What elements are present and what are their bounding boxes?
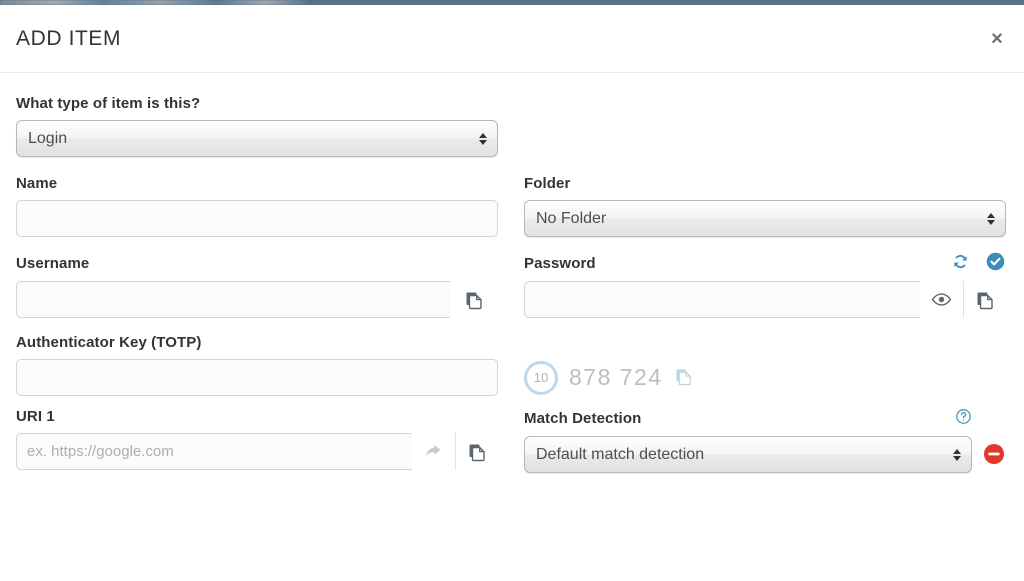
copy-totp-button[interactable] [674, 367, 693, 389]
close-icon[interactable]: × [986, 28, 1008, 50]
match-detection-label-line: Match Detection [524, 408, 972, 428]
uri-input-group [16, 433, 498, 470]
match-detection-select[interactable]: Default match detection [524, 436, 972, 473]
row-item-type: What type of item is this? Login [16, 95, 1008, 157]
row-name-folder: Name Folder No Folder [16, 175, 1008, 237]
name-label: Name [16, 175, 58, 192]
field-username: Username [16, 253, 498, 318]
remove-uri-button[interactable] [982, 442, 1006, 466]
minus-circle-icon [982, 442, 1006, 466]
uri-input[interactable] [16, 433, 412, 470]
generate-password-icon [950, 251, 971, 272]
match-detection-label: Match Detection [524, 409, 642, 427]
row-totp: Authenticator Key (TOTP) 10 878 724 [16, 334, 1008, 396]
folder-select-wrap: No Folder [524, 200, 1006, 237]
field-password: Password [524, 251, 1006, 318]
field-uri: URI 1 [16, 408, 498, 473]
launch-uri-button[interactable] [412, 433, 455, 470]
launch-arrow-icon [422, 441, 444, 463]
copy-icon [467, 442, 487, 462]
modal-body: What type of item is this? Login Name Fo… [0, 73, 1024, 473]
uri-label: URI 1 [16, 408, 55, 425]
item-type-label: What type of item is this? [16, 95, 201, 112]
eye-icon [931, 289, 952, 310]
copy-icon [464, 290, 484, 310]
help-circle-icon [955, 408, 972, 425]
copy-icon [674, 367, 693, 386]
password-label-line: Password [524, 251, 1006, 275]
app-root: ADD ITEM × What type of item is this? Lo… [0, 0, 1024, 581]
row-uri-match: URI 1 ex. https://google.com Match Detec… [16, 408, 1008, 473]
match-detection-select-wrap: Default match detection [524, 436, 972, 473]
totp-code: 878 724 [569, 364, 663, 390]
add-item-modal: ADD ITEM × What type of item is this? Lo… [0, 5, 1024, 581]
field-match-detection: Match Detection Default match detection [524, 408, 1006, 473]
username-input[interactable] [16, 281, 451, 318]
copy-password-button[interactable] [962, 281, 1006, 318]
field-totp: Authenticator Key (TOTP) [16, 334, 498, 396]
totp-readout: 10 878 724 [524, 334, 1006, 396]
modal-header: ADD ITEM × [0, 5, 1024, 73]
toggle-password-visibility-button[interactable] [920, 281, 963, 318]
name-input[interactable] [16, 200, 498, 237]
check-circle-icon [985, 251, 1006, 272]
match-detection-help-button[interactable] [955, 408, 972, 428]
copy-uri-button[interactable] [454, 433, 498, 470]
copy-icon [975, 290, 995, 310]
field-item-type: What type of item is this? Login [16, 95, 498, 157]
totp-input[interactable] [16, 359, 498, 396]
password-label: Password [524, 254, 596, 272]
username-label: Username [16, 254, 90, 272]
page-title: ADD ITEM [16, 26, 122, 50]
field-name: Name [16, 175, 498, 237]
password-input-group [524, 281, 1006, 318]
copy-username-button[interactable] [450, 281, 498, 318]
totp-code-row: 10 878 724 [524, 359, 1006, 396]
username-input-group [16, 281, 498, 318]
folder-select[interactable]: No Folder [524, 200, 1006, 237]
check-password-button[interactable] [985, 251, 1006, 275]
item-type-select[interactable]: Login [16, 120, 498, 157]
totp-label: Authenticator Key (TOTP) [16, 334, 202, 351]
generate-password-button[interactable] [950, 251, 971, 275]
item-type-select-wrap: Login [16, 120, 498, 157]
username-label-line: Username [16, 253, 498, 273]
row-username-password: Username Password [16, 251, 1008, 318]
folder-label: Folder [524, 175, 571, 192]
password-label-actions [950, 251, 1006, 275]
password-input[interactable] [524, 281, 920, 318]
field-folder: Folder No Folder [524, 175, 1006, 237]
totp-countdown-ring: 10 [524, 360, 558, 395]
